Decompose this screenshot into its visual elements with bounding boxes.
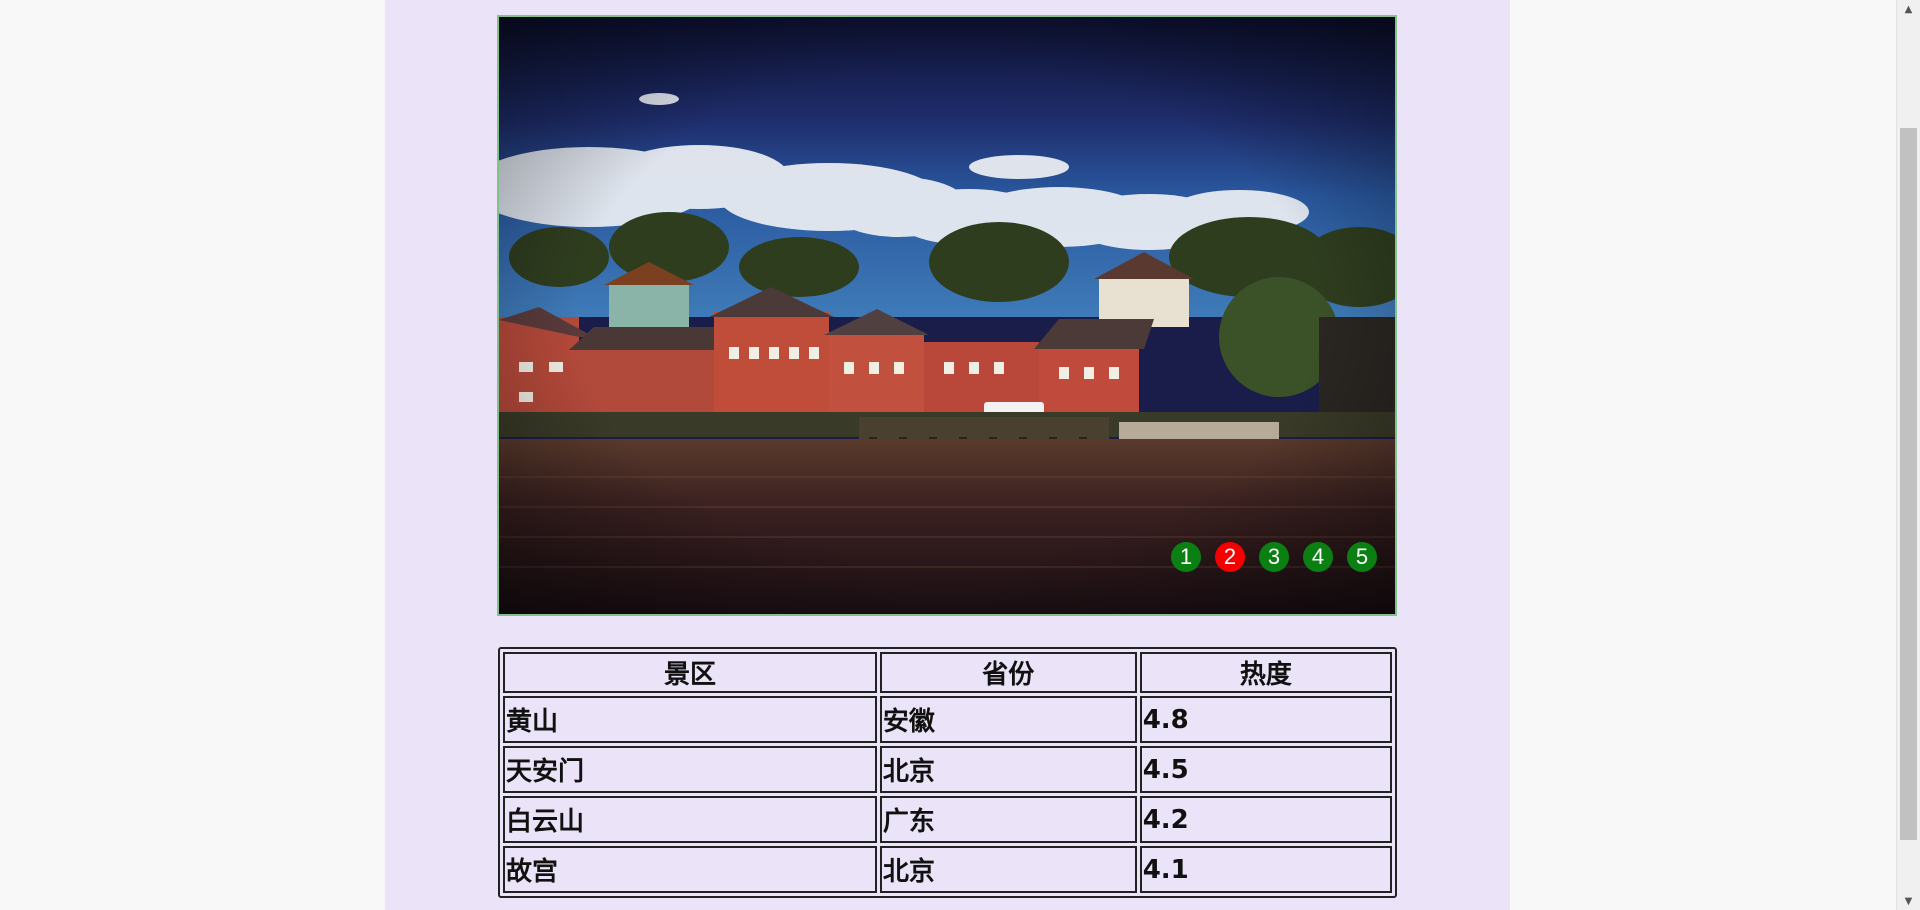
slider-dot-4[interactable]: 4 (1303, 542, 1333, 572)
table-row: 故宫 北京 4.1 (503, 846, 1392, 893)
table-cell: 北京 (879, 846, 1137, 893)
table-cell: 北京 (879, 746, 1137, 793)
table-cell: 广东 (879, 796, 1137, 843)
scenic-spot-table: 景区 省份 热度 黄山 安徽 4.8 天安门 北京 4.5 白云山 广东 4.2… (498, 647, 1397, 898)
chevron-up-icon[interactable]: ▲ (1897, 0, 1920, 18)
table-cell: 4.1 (1139, 846, 1392, 893)
scrollbar-thumb[interactable] (1900, 128, 1917, 840)
table-row: 天安门 北京 4.5 (503, 746, 1392, 793)
table-cell: 安徽 (879, 696, 1137, 743)
table-cell: 4.8 (1139, 696, 1392, 743)
image-slider[interactable]: 1 2 3 4 5 (497, 15, 1397, 616)
slider-dot-5[interactable]: 5 (1347, 542, 1377, 572)
slider-dot-1[interactable]: 1 (1171, 542, 1201, 572)
chevron-down-icon[interactable]: ▼ (1897, 892, 1920, 910)
browser-viewport: 1 2 3 4 5 景区 省份 热度 黄山 安徽 4.8 天安门 北京 4.5 … (0, 0, 1920, 910)
vertical-scrollbar[interactable]: ▲ ▼ (1896, 0, 1920, 910)
column-header-province: 省份 (879, 652, 1137, 693)
slider-dot-2[interactable]: 2 (1215, 542, 1245, 572)
table-header-row: 景区 省份 热度 (503, 652, 1392, 693)
table-cell: 黄山 (503, 696, 877, 743)
table-cell: 4.2 (1139, 796, 1392, 843)
column-header-scenic: 景区 (503, 652, 877, 693)
table-cell: 天安门 (503, 746, 877, 793)
table-cell: 白云山 (503, 796, 877, 843)
table-row: 黄山 安徽 4.8 (503, 696, 1392, 743)
slider-dots: 1 2 3 4 5 (1171, 542, 1377, 572)
table-cell: 4.5 (1139, 746, 1392, 793)
slide-image (499, 17, 1395, 614)
slider-dot-3[interactable]: 3 (1259, 542, 1289, 572)
scenic-table-container: 景区 省份 热度 黄山 安徽 4.8 天安门 北京 4.5 白云山 广东 4.2… (498, 647, 1397, 898)
table-row: 白云山 广东 4.2 (503, 796, 1392, 843)
column-header-popularity: 热度 (1139, 652, 1392, 693)
table-cell: 故宫 (503, 846, 877, 893)
